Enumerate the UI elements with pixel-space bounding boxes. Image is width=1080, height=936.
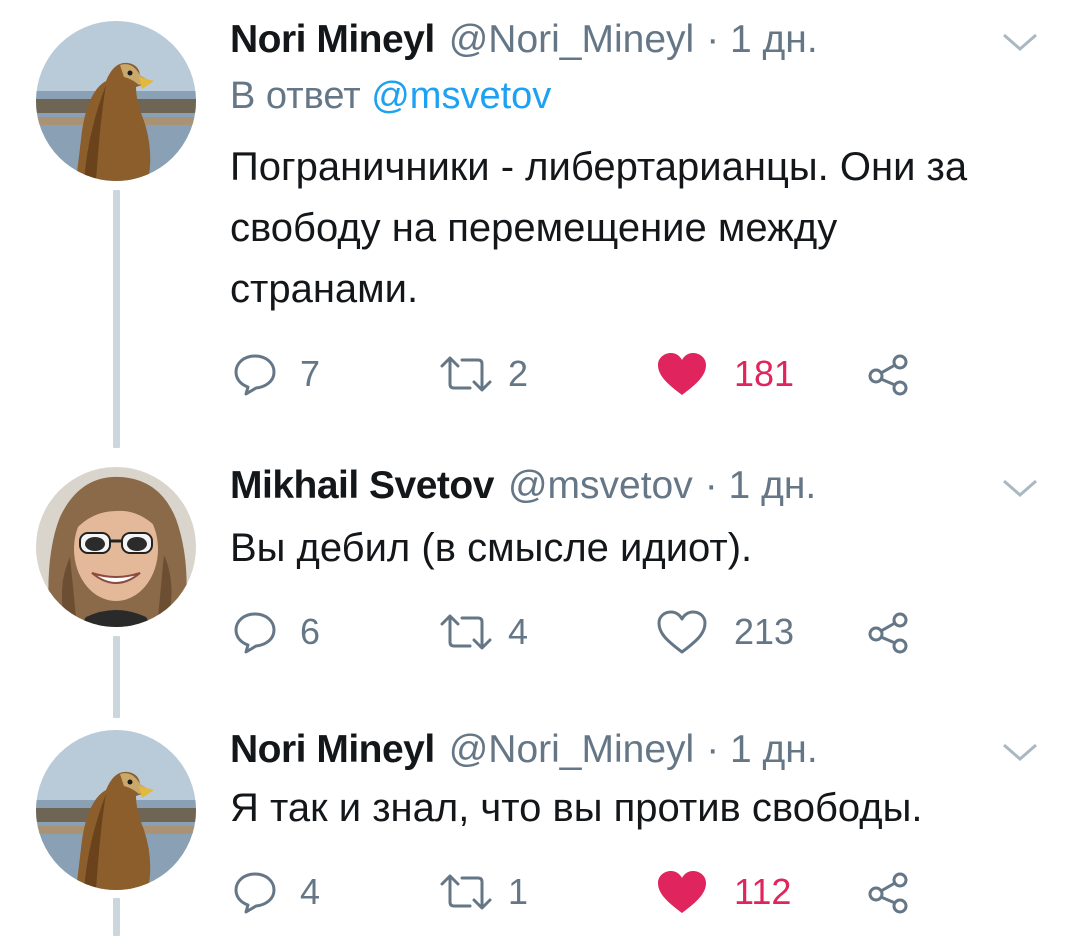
retweet-count: 4 (508, 611, 529, 652)
retweet-button[interactable]: 4 (438, 610, 528, 654)
eagle-avatar-image (36, 730, 196, 890)
share-icon (868, 612, 908, 654)
retweet-button[interactable]: 1 (438, 870, 528, 914)
like-button[interactable]: 112 (656, 870, 791, 914)
reply-button[interactable]: 4 (232, 870, 320, 914)
reply-context: В ответ @msvetov (230, 75, 551, 118)
reply-count: 6 (300, 611, 321, 652)
reply-count: 7 (300, 353, 321, 394)
man-sunglasses-avatar[interactable] (36, 467, 196, 627)
reply-prefix: В ответ (230, 75, 361, 117)
tweet-actions: 4 1 112 (232, 870, 932, 914)
like-count: 213 (734, 611, 795, 652)
tweet-text: Вы дебил (в смысле идиот). (230, 526, 753, 570)
tweet-text: Пограничники - либертарианцы. Они за сво… (230, 145, 968, 311)
author-name[interactable]: Nori Mineyl (230, 18, 435, 62)
eagle-avatar-image (36, 21, 196, 181)
heart-icon (658, 871, 706, 913)
share-button[interactable] (866, 870, 914, 914)
reply-icon (234, 612, 276, 654)
like-button[interactable]: 181 (656, 352, 794, 396)
reply-mention-link[interactable]: @msvetov (371, 75, 551, 117)
author-name[interactable]: Mikhail Svetov (230, 464, 494, 508)
author-name[interactable]: Nori Mineyl (230, 728, 435, 772)
tweet-time[interactable]: · 1 дн. (706, 18, 817, 62)
tweet-text: Я так и знал, что вы против свободы. (230, 786, 923, 830)
retweet-count: 2 (508, 353, 529, 394)
tweet-time[interactable]: · 1 дн. (705, 464, 816, 508)
tweet-thread: Nori Mineyl @Nori_Mineyl · 1 дн. В ответ… (0, 0, 1080, 936)
reply-icon (234, 354, 276, 396)
tweet-actions: 6 4 213 (232, 610, 932, 654)
share-button[interactable] (866, 610, 914, 654)
reply-count: 4 (300, 871, 321, 912)
heart-icon (658, 353, 706, 395)
chevron-down-icon[interactable] (1002, 478, 1038, 498)
heart-outline-icon (657, 610, 707, 654)
tweet-header: Nori Mineyl @Nori_Mineyl · 1 дн. (230, 16, 818, 64)
retweet-icon (440, 356, 492, 392)
tweet[interactable]: Nori Mineyl @Nori_Mineyl · 1 дн. Я так и… (0, 710, 1080, 936)
chevron-down-icon[interactable] (1002, 32, 1038, 52)
tweet[interactable]: Mikhail Svetov @msvetov · 1 дн. Вы дебил… (0, 440, 1080, 710)
author-handle[interactable]: @Nori_Mineyl (449, 728, 694, 772)
share-icon (868, 872, 908, 914)
tweet-header: Mikhail Svetov @msvetov · 1 дн. (230, 462, 816, 510)
like-count: 112 (734, 871, 792, 912)
eagle-avatar[interactable] (36, 730, 196, 890)
man-sunglasses-avatar-image (36, 467, 196, 627)
tweet[interactable]: Nori Mineyl @Nori_Mineyl · 1 дн. В ответ… (0, 0, 1080, 440)
retweet-button[interactable]: 2 (438, 352, 528, 396)
tweet-actions: 7 2 181 (232, 352, 932, 396)
author-handle[interactable]: @msvetov (508, 464, 693, 508)
reply-button[interactable]: 7 (232, 352, 320, 396)
eagle-avatar[interactable] (36, 21, 196, 181)
tweet-header: Nori Mineyl @Nori_Mineyl · 1 дн. (230, 726, 818, 774)
retweet-count: 1 (508, 871, 529, 912)
share-icon (868, 354, 908, 396)
retweet-icon (440, 614, 492, 650)
share-button[interactable] (866, 352, 914, 396)
like-button[interactable]: 213 (656, 610, 794, 654)
reply-icon (234, 872, 276, 914)
author-handle[interactable]: @Nori_Mineyl (449, 18, 694, 62)
tweet-time[interactable]: · 1 дн. (706, 728, 817, 772)
chevron-down-icon[interactable] (1002, 742, 1038, 762)
reply-button[interactable]: 6 (232, 610, 320, 654)
like-count: 181 (734, 353, 795, 394)
retweet-icon (440, 874, 492, 910)
